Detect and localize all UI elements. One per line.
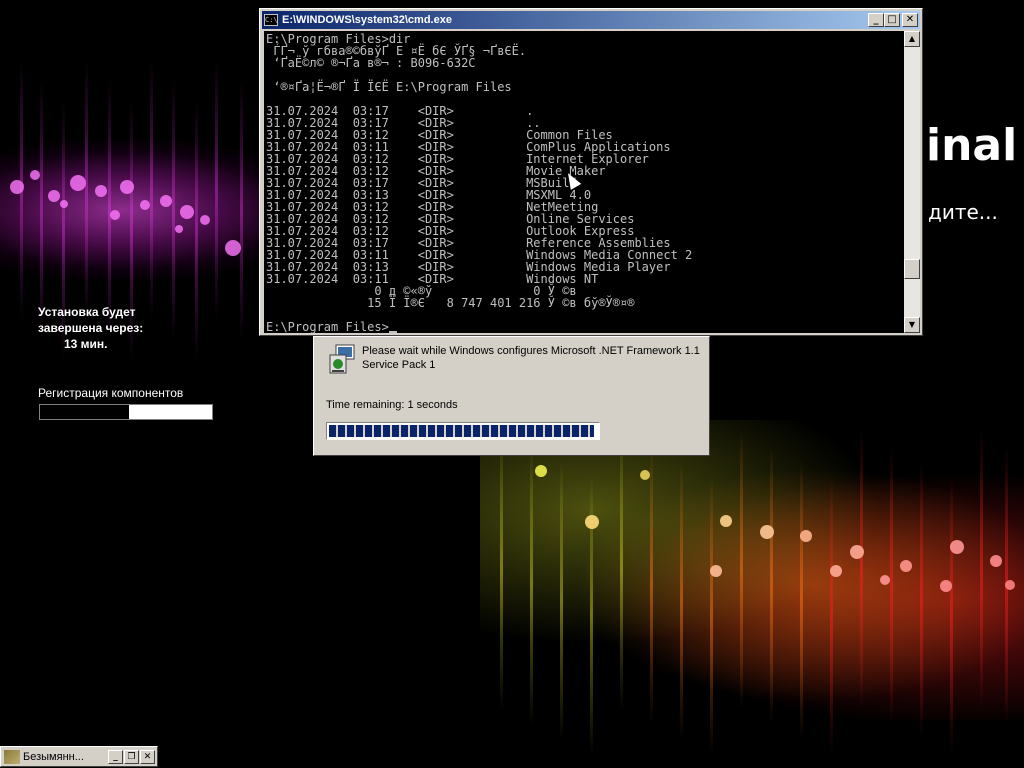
setup-time-remaining: Установка будет завершена через: 13 мин. bbox=[38, 304, 143, 352]
bokeh-dot bbox=[710, 565, 722, 577]
light-streak bbox=[860, 430, 863, 710]
paint-app-icon bbox=[4, 749, 20, 764]
bokeh-dot bbox=[880, 575, 890, 585]
light-streak bbox=[240, 80, 243, 340]
light-streak bbox=[710, 475, 713, 755]
light-streak bbox=[500, 430, 503, 710]
bokeh-dot bbox=[175, 225, 183, 233]
installer-icon bbox=[329, 344, 355, 374]
taskbar-close-button[interactable]: ✕ bbox=[140, 749, 155, 764]
bokeh-dot bbox=[140, 200, 150, 210]
bokeh-dot bbox=[10, 180, 24, 194]
bokeh-dot bbox=[800, 530, 812, 542]
cmd-window[interactable]: C:\ E:\WINDOWS\system32\cmd.exe _ □ ✕ E:… bbox=[259, 8, 923, 336]
dotnet-time-remaining: Time remaining: 1 seconds bbox=[326, 399, 458, 411]
scroll-thumb[interactable] bbox=[904, 259, 920, 279]
bokeh-dot bbox=[70, 175, 86, 191]
light-streak bbox=[195, 100, 198, 360]
light-streak bbox=[830, 475, 833, 755]
light-streak bbox=[150, 60, 153, 320]
light-streak bbox=[920, 460, 923, 740]
background-subtitle-text: дите... bbox=[928, 200, 998, 224]
bokeh-dot bbox=[720, 515, 732, 527]
light-streak bbox=[680, 460, 683, 740]
light-streak bbox=[890, 445, 893, 725]
setup-status-line2: завершена через: bbox=[38, 321, 144, 335]
taskbar-minimize-button[interactable]: _ bbox=[108, 749, 123, 764]
bokeh-dot bbox=[95, 185, 107, 197]
light-streak bbox=[40, 80, 43, 340]
cmd-scrollbar[interactable]: ▲ ▼ bbox=[904, 31, 920, 333]
setup-status-line1: Установка будет bbox=[38, 305, 136, 319]
bokeh-dot bbox=[1005, 580, 1015, 590]
bokeh-dot bbox=[120, 180, 134, 194]
light-streak bbox=[980, 430, 983, 710]
bokeh-dot bbox=[110, 210, 120, 220]
cmd-console[interactable]: E:\Program Files>dir ЃҐ¬ ў гбва®©бвўҐ E … bbox=[264, 31, 904, 333]
background-title-text: inal bbox=[926, 120, 1018, 171]
bokeh-dot bbox=[640, 470, 650, 480]
bokeh-dot bbox=[585, 515, 599, 529]
cmd-line: E:\Program Files> bbox=[266, 321, 904, 333]
bokeh-dot bbox=[760, 525, 774, 539]
scroll-up-arrow-icon[interactable]: ▲ bbox=[904, 31, 920, 47]
light-streak bbox=[108, 80, 111, 340]
dotnet-message: Please wait while Windows configures Mic… bbox=[362, 345, 700, 371]
light-streak bbox=[620, 430, 623, 710]
registration-label: Регистрация компонентов bbox=[38, 386, 184, 400]
cmd-output: E:\Program Files>dir ЃҐ¬ ў гбва®©бвўҐ E … bbox=[264, 31, 904, 333]
bokeh-dot bbox=[60, 200, 68, 208]
cursor-caret bbox=[388, 331, 397, 333]
dotnet-progress-bar bbox=[326, 422, 600, 440]
light-streak bbox=[530, 445, 533, 725]
light-streak bbox=[800, 460, 803, 740]
bokeh-dot bbox=[200, 215, 210, 225]
setup-minutes: 13 мин. bbox=[64, 337, 108, 351]
bokeh-dot bbox=[48, 190, 60, 202]
maximize-button[interactable]: □ bbox=[884, 13, 900, 27]
registration-progress-fill bbox=[40, 405, 130, 419]
light-streak bbox=[650, 445, 653, 725]
cmd-title: E:\WINDOWS\system32\cmd.exe bbox=[282, 14, 452, 26]
close-button[interactable]: ✕ bbox=[902, 13, 918, 27]
bokeh-dot bbox=[940, 580, 952, 592]
light-streak bbox=[950, 475, 953, 755]
taskbar-window-label: Безымянн... bbox=[23, 750, 84, 763]
bokeh-dot bbox=[30, 170, 40, 180]
bokeh-dot bbox=[535, 465, 547, 477]
dotnet-progress-fill bbox=[329, 425, 595, 437]
bokeh-dot bbox=[900, 560, 912, 572]
light-streak bbox=[215, 60, 218, 320]
light-streak bbox=[740, 430, 743, 710]
minimize-button[interactable]: _ bbox=[868, 13, 884, 27]
bokeh-dot bbox=[950, 540, 964, 554]
bokeh-dot bbox=[160, 195, 172, 207]
cmd-line: ‘®¤Ґа¦Ё¬®Ґ Ї ЇЄЁ E:\Program Files bbox=[266, 80, 512, 94]
light-streak bbox=[172, 80, 175, 340]
light-streak bbox=[770, 445, 773, 725]
dotnet-config-dialog: Please wait while Windows configures Mic… bbox=[313, 336, 710, 456]
cmd-titlebar[interactable]: C:\ E:\WINDOWS\system32\cmd.exe _ □ ✕ bbox=[262, 11, 920, 29]
cmd-app-icon[interactable]: C:\ bbox=[264, 14, 278, 26]
bokeh-dot bbox=[990, 555, 1002, 567]
bokeh-dot bbox=[850, 545, 864, 559]
cmd-line: 15 Ї Ї®Є 8 747 401 216 Ў ©в бў®Ў®¤­® bbox=[266, 296, 635, 310]
registration-progress-bar bbox=[39, 404, 213, 420]
light-streak bbox=[560, 460, 563, 740]
cmd-line: ‘ҐаЁ©­л© ­®¬Ґа в®¬ : B096-632C bbox=[266, 56, 476, 70]
bokeh-dot bbox=[225, 240, 241, 256]
bokeh-dot bbox=[830, 565, 842, 577]
taskbar-window-button[interactable]: Безымянн... _ ❐ ✕ bbox=[0, 746, 158, 767]
taskbar-restore-button[interactable]: ❐ bbox=[124, 749, 139, 764]
scroll-down-arrow-icon[interactable]: ▼ bbox=[904, 317, 920, 333]
bokeh-dot bbox=[180, 205, 194, 219]
light-streak bbox=[85, 60, 88, 320]
